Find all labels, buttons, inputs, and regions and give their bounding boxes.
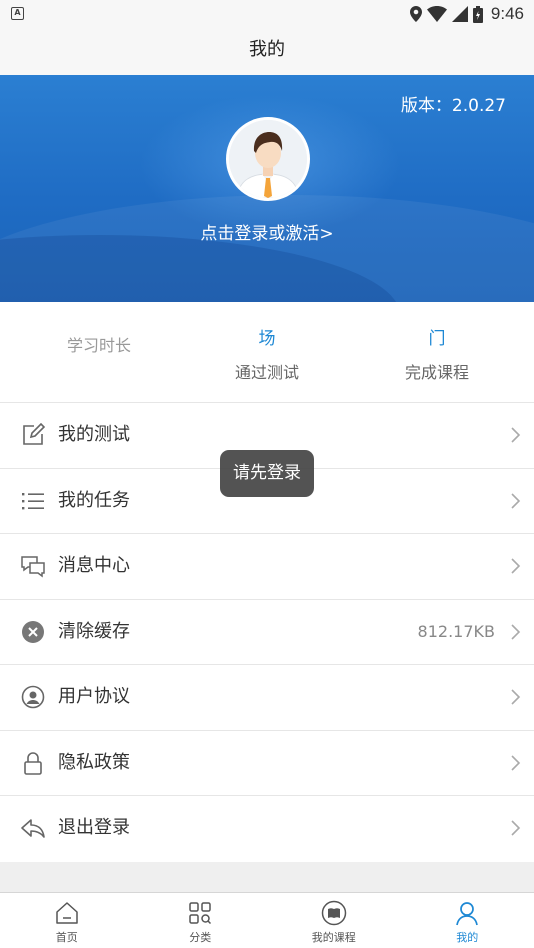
avatar-person-icon [229, 120, 307, 198]
cache-size: 812.17KB [417, 621, 495, 641]
page-title: 我的 [0, 28, 534, 75]
login-link[interactable]: 点击登录或激活> [0, 219, 534, 244]
category-icon [189, 902, 212, 925]
battery-icon [472, 5, 483, 23]
menu-item-label: 消息中心 [58, 555, 130, 576]
person-icon [456, 902, 479, 926]
edit-icon [23, 423, 45, 445]
avatar[interactable] [226, 117, 310, 201]
tab-home[interactable]: 首页 [0, 893, 134, 948]
signal-icon [451, 6, 468, 22]
profile-banner: 版本：2.0.27 点击登录或激活> [0, 75, 534, 302]
menu-item-label: 我的测试 [58, 424, 130, 445]
tab-label: 我的 [456, 931, 479, 944]
stat-label: 完成课程 [404, 363, 469, 382]
login-required-toast: 请先登录 [220, 450, 314, 497]
stat-courses-completed: 门 完成课程 [348, 302, 526, 403]
version-label: 版本：2.0.27 [400, 96, 506, 116]
chevron-right-icon [511, 558, 521, 574]
location-icon [409, 6, 422, 22]
chevron-right-icon [511, 820, 521, 836]
menu-item-label: 隐私政策 [58, 751, 130, 773]
wifi-icon [426, 6, 447, 22]
menu-item-user-agreement[interactable]: 用户协议 [0, 665, 534, 731]
status-bar: A 9:46 [0, 0, 534, 28]
chevron-right-icon [511, 754, 521, 771]
chat-icon [21, 556, 45, 578]
notification-a-icon: A [11, 7, 24, 20]
tab-my-courses[interactable]: 我的课程 [267, 893, 401, 948]
menu-item-message-center[interactable]: 消息中心 [0, 534, 534, 600]
reply-icon [21, 819, 45, 838]
stat-label: 通过测试 [234, 363, 299, 382]
chevron-right-icon [511, 689, 521, 705]
bottom-tab-bar: 首页 分类 我的课程 我的 [0, 892, 534, 948]
tab-label: 首页 [55, 931, 78, 944]
home-icon [56, 902, 78, 924]
stat-value: 门 [428, 329, 446, 349]
stats-panel: 学习时长 场 通过测试 门 完成课程 [0, 302, 534, 403]
chevron-right-icon [511, 623, 521, 640]
chevron-right-icon [511, 492, 521, 509]
stat-study-time: 学习时长 [10, 302, 188, 403]
user-circle-icon [21, 685, 45, 709]
stat-value: 场 [258, 329, 276, 349]
tab-label: 分类 [189, 931, 212, 944]
lock-icon [24, 751, 42, 775]
stat-label: 学习时长 [66, 336, 131, 355]
menu-item-label: 我的任务 [58, 489, 130, 511]
tab-category[interactable]: 分类 [134, 893, 268, 948]
clear-icon [22, 620, 44, 643]
list-icon [22, 492, 44, 509]
menu-item-privacy-policy[interactable]: 隐私政策 [0, 731, 534, 796]
menu-item-label: 清除缓存 [58, 620, 130, 642]
menu-item-logout[interactable]: 退出登录 [0, 796, 534, 862]
clock: 9:46 [490, 4, 524, 23]
menu-item-label: 用户协议 [58, 686, 130, 707]
stat-tests-passed: 场 通过测试 [178, 302, 356, 403]
tab-mine[interactable]: 我的 [401, 893, 534, 948]
menu-item-label: 退出登录 [58, 817, 130, 838]
book-icon [321, 900, 346, 926]
chevron-right-icon [511, 427, 521, 443]
tab-label: 我的课程 [311, 931, 356, 944]
menu-item-clear-cache[interactable]: 清除缓存 812.17KB [0, 600, 534, 665]
